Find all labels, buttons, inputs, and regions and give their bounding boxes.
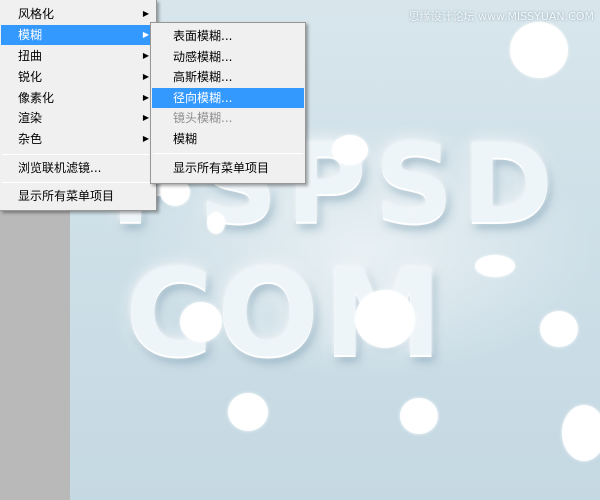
submenu-arrow-icon: ▶ <box>142 72 149 81</box>
menu-separator <box>2 182 154 183</box>
submenu-arrow-icon: ▶ <box>142 134 149 143</box>
snowflake <box>510 22 568 78</box>
menu-item-blur[interactable]: 模糊 <box>152 129 304 149</box>
menu-item-label: 风格化 <box>18 7 55 21</box>
submenu-arrow-icon: ▶ <box>142 51 149 60</box>
menu-item-label: 显示所有菜单项目 <box>173 161 270 175</box>
menu-item-label: 模糊 <box>18 28 43 42</box>
menu-item-show-all[interactable]: 显示所有菜单项目 <box>152 158 304 178</box>
menu-item-pixelate[interactable]: 像素化 ▶ <box>1 88 155 108</box>
menu-item-label: 动感模糊... <box>173 50 233 64</box>
watermark: 思缘设计论坛 www.MISSYUAN.COM <box>408 10 594 23</box>
menu-item-browse-online-filters[interactable]: 浏览联机滤镜... <box>1 158 155 178</box>
menu-item-noise[interactable]: 杂色 ▶ <box>1 129 155 149</box>
snowflake <box>475 255 515 277</box>
snowflake <box>562 405 600 461</box>
menu-item-stylize[interactable]: 风格化 ▶ <box>1 4 155 24</box>
menu-item-label: 杂色 <box>18 132 43 146</box>
filter-menu: 风格化 ▶ 模糊 ▶ 扭曲 ▶ 锐化 ▶ 像素化 ▶ 渲染 ▶ 杂色 ▶ 浏览联… <box>0 0 157 211</box>
menu-item-render[interactable]: 渲染 ▶ <box>1 108 155 128</box>
snowflake <box>540 311 578 347</box>
menu-item-label: 扭曲 <box>18 49 43 63</box>
snowflake <box>400 398 438 434</box>
menu-item-distort[interactable]: 扭曲 ▶ <box>1 46 155 66</box>
menu-item-lens-blur: 镜头模糊... <box>152 108 304 128</box>
menu-item-blur[interactable]: 模糊 ▶ <box>1 25 155 45</box>
menu-item-label: 渲染 <box>18 111 43 125</box>
menu-separator <box>153 153 303 154</box>
submenu-arrow-icon: ▶ <box>142 113 149 122</box>
menu-item-motion-blur[interactable]: 动感模糊... <box>152 47 304 67</box>
menu-item-label: 显示所有菜单项目 <box>18 189 115 203</box>
submenu-arrow-icon: ▶ <box>142 30 149 39</box>
snowflake <box>355 290 415 348</box>
snowflake <box>228 393 268 431</box>
snowflake <box>207 212 225 234</box>
menu-item-label: 浏览联机滤镜... <box>18 161 102 175</box>
menu-item-sharpen[interactable]: 锐化 ▶ <box>1 67 155 87</box>
menu-item-label: 高斯模糊... <box>173 70 233 84</box>
menu-item-label: 像素化 <box>18 91 55 105</box>
menu-separator <box>2 154 154 155</box>
menu-item-show-all[interactable]: 显示所有菜单项目 <box>1 186 155 206</box>
blur-submenu: 表面模糊... 动感模糊... 高斯模糊... 径向模糊... 镜头模糊... … <box>150 22 306 184</box>
menu-item-label: 径向模糊... <box>173 91 233 105</box>
snowflake <box>332 135 368 165</box>
menu-item-surface-blur[interactable]: 表面模糊... <box>152 26 304 46</box>
snowflake <box>180 302 222 342</box>
menu-item-label: 表面模糊... <box>173 29 233 43</box>
menu-item-label: 镜头模糊... <box>173 111 233 125</box>
menu-item-label: 锐化 <box>18 70 43 84</box>
menu-item-gaussian-blur[interactable]: 高斯模糊... <box>152 67 304 87</box>
menu-item-radial-blur[interactable]: 径向模糊... <box>152 88 304 108</box>
menu-item-label: 模糊 <box>173 132 198 146</box>
submenu-arrow-icon: ▶ <box>142 93 149 102</box>
submenu-arrow-icon: ▶ <box>142 9 149 18</box>
